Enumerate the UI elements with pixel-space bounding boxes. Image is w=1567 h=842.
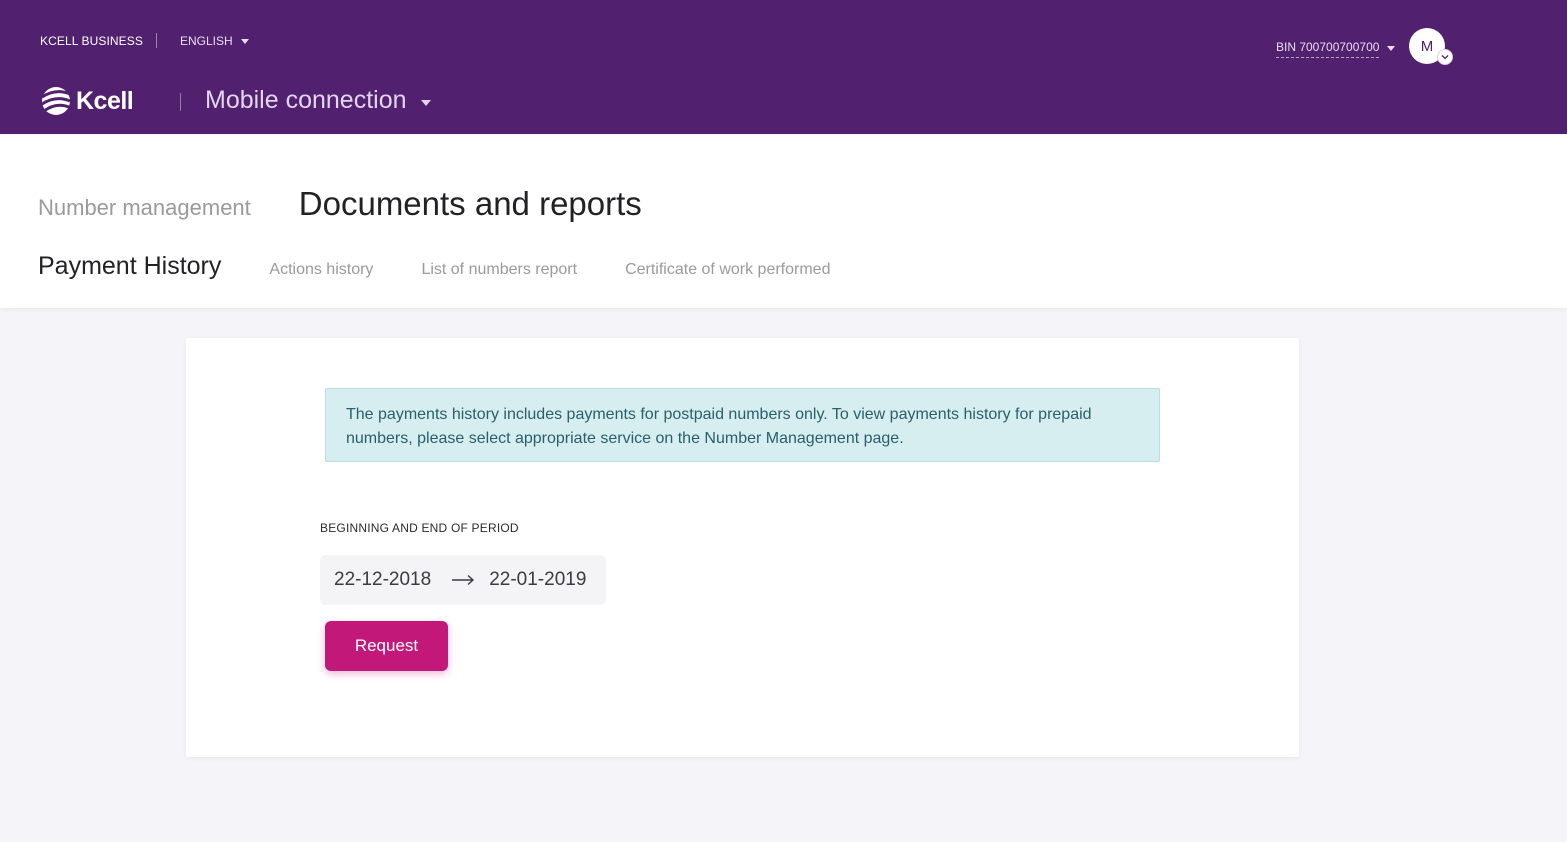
arrow-right-icon [451,574,475,586]
top-header: KCELL BUSINESS ENGLISH Kcell Mobile conn… [0,0,1567,134]
caret-down-icon [420,99,431,106]
request-button[interactable]: Request [325,621,448,671]
kcell-logo[interactable]: Kcell [40,84,134,118]
business-brand-link[interactable]: KCELL BUSINESS [40,34,143,48]
service-divider [180,93,181,111]
payment-history-card: The payments history includes payments f… [186,338,1299,757]
tab-actions-history[interactable]: Actions history [269,261,373,279]
logo-text: Kcell [76,86,134,115]
caret-down-icon [1387,45,1396,51]
bin-selector[interactable]: BIN 700700700700 [1276,40,1396,58]
secondary-tabs: Payment History Actions history List of … [38,252,878,281]
end-date-field[interactable]: 22-01-2019 [489,569,586,591]
bin-label: BIN 700700700700 [1276,40,1380,58]
avatar-initial: M [1420,37,1434,55]
section-navigation: Number management Documents and reports … [0,134,1567,308]
tab-documents-and-reports[interactable]: Documents and reports [299,185,642,223]
language-label: ENGLISH [180,34,233,48]
tab-number-management[interactable]: Number management [38,195,251,221]
language-selector[interactable]: ENGLISH [180,34,249,48]
tab-certificate-of-work-performed[interactable]: Certificate of work performed [625,261,830,279]
caret-down-icon [240,38,249,44]
topbar-divider [156,33,157,48]
period-label: BEGINNING AND END OF PERIOD [320,521,519,535]
tab-payment-history[interactable]: Payment History [38,252,221,281]
primary-tabs: Number management Documents and reports [38,185,690,223]
service-label: Mobile connection [205,86,407,114]
info-notice: The payments history includes payments f… [325,388,1160,462]
chevron-down-glyph [1441,55,1449,60]
chevron-down-icon[interactable] [1437,49,1453,65]
date-range-picker[interactable]: 22-12-2018 22-01-2019 [320,555,606,605]
service-selector[interactable]: Mobile connection [205,86,431,115]
start-date-field[interactable]: 22-12-2018 [334,569,431,591]
tab-list-of-numbers-report[interactable]: List of numbers report [421,261,577,279]
kcell-logo-icon [41,87,71,115]
